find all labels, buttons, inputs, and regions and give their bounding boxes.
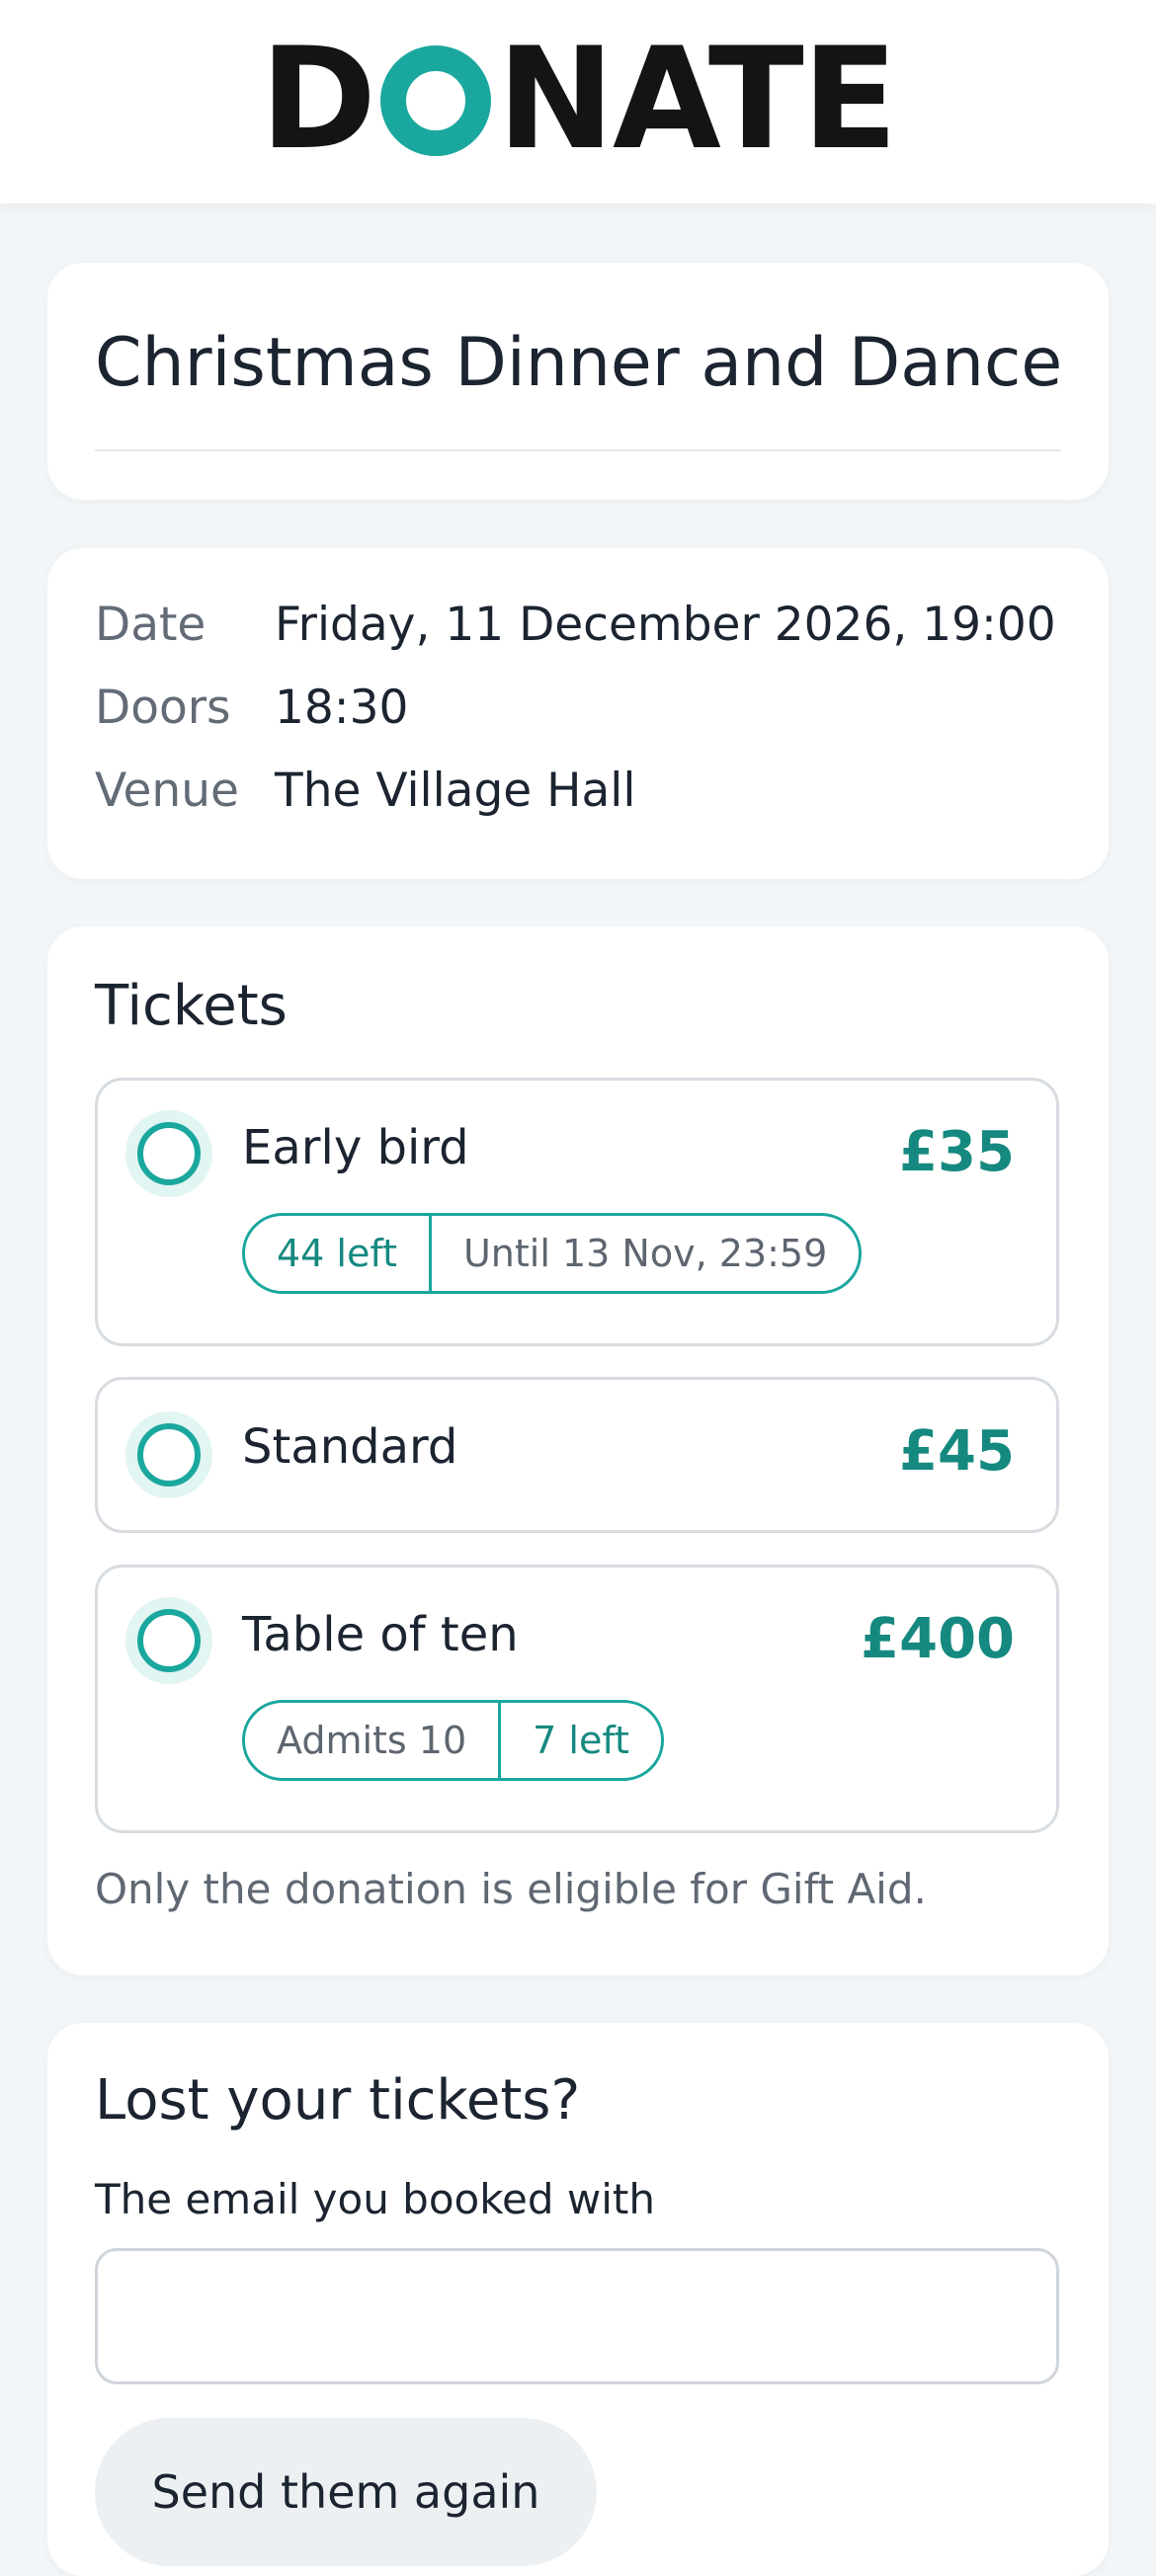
ticket-name: Table of ten <box>242 1607 519 1662</box>
radio-unselected-icon <box>137 1122 201 1185</box>
ticket-name: Early bird <box>242 1120 469 1175</box>
logo-letters-nate: NATE <box>497 17 898 181</box>
logo-letter-d: D <box>260 17 376 181</box>
ticket-price: £400 <box>861 1607 1015 1671</box>
ticket-name: Standard <box>242 1419 458 1475</box>
radio-button[interactable] <box>125 1597 212 1684</box>
deadline-badge: Until 13 Nov, 23:59 <box>428 1216 859 1291</box>
app-header: D NATE <box>0 0 1156 203</box>
admits-badge: Admits 10 <box>277 1719 467 1762</box>
donate-logo[interactable]: D NATE <box>0 18 1156 181</box>
radio-unselected-icon <box>137 1423 201 1487</box>
ticket-option-early-bird[interactable]: Early bird £35 44 left Until 13 Nov, 23:… <box>95 1078 1059 1346</box>
ticket-price: £35 <box>899 1120 1015 1184</box>
date-label: Date <box>95 598 206 652</box>
ticket-option-standard[interactable]: Standard £45 <box>95 1377 1059 1533</box>
divider <box>95 449 1061 451</box>
lost-tickets-heading: Lost your tickets? <box>95 2068 581 2133</box>
radio-unselected-icon <box>137 1609 201 1672</box>
send-again-button[interactable]: Send them again <box>95 2418 597 2566</box>
ticket-tags: 44 left Until 13 Nov, 23:59 <box>242 1213 863 1294</box>
email-label: The email you booked with <box>95 2175 655 2223</box>
venue-value: The Village Hall <box>275 764 636 818</box>
availability-badge: 7 left <box>498 1703 661 1778</box>
gift-aid-note: Only the donation is eligible for Gift A… <box>95 1865 927 1913</box>
tickets-card: Tickets Early bird £35 44 left Until 13 … <box>47 926 1109 1975</box>
doors-value: 18:30 <box>275 681 409 735</box>
event-title-card: Christmas Dinner and Dance <box>47 263 1109 500</box>
ring-o-icon <box>380 45 492 156</box>
radio-button[interactable] <box>125 1411 212 1498</box>
ticket-tags: Admits 10 7 left <box>242 1700 664 1781</box>
date-value: Friday, 11 December 2026, 19:00 <box>275 598 1056 652</box>
event-details-card: Date Friday, 11 December 2026, 19:00 Doo… <box>47 548 1109 879</box>
venue-label: Venue <box>95 764 239 818</box>
ticket-price: £45 <box>899 1419 1015 1484</box>
ticket-option-table-of-ten[interactable]: Table of ten £400 Admits 10 7 left <box>95 1565 1059 1833</box>
availability-badge: 44 left <box>277 1232 397 1275</box>
email-field[interactable] <box>95 2248 1059 2384</box>
lost-tickets-card: Lost your tickets? The email you booked … <box>47 2023 1109 2576</box>
page-title: Christmas Dinner and Dance <box>95 324 1063 402</box>
radio-button[interactable] <box>125 1110 212 1197</box>
doors-label: Doors <box>95 681 231 735</box>
tickets-heading: Tickets <box>95 974 288 1038</box>
